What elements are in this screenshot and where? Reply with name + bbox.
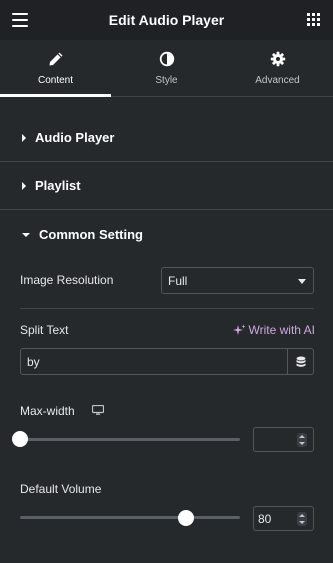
spinner-icon[interactable]: [297, 512, 307, 526]
tab-label: Advanced: [255, 75, 300, 86]
tab-style[interactable]: Style: [111, 40, 222, 96]
pencil-icon: [49, 52, 62, 66]
default-volume-number-input[interactable]: 80: [253, 506, 314, 531]
grid-icon[interactable]: [307, 13, 321, 27]
divider: [20, 308, 314, 309]
max-width-slider-thumb[interactable]: [12, 431, 28, 447]
panel-header: Edit Audio Player: [0, 0, 333, 40]
max-width-slider-track[interactable]: [20, 438, 240, 441]
default-volume-slider-thumb[interactable]: [178, 510, 195, 526]
image-resolution-label: Image Resolution: [20, 273, 114, 287]
section-title: Audio Player: [35, 130, 115, 145]
section-audio-player[interactable]: Audio Player: [0, 114, 333, 162]
panel-tabs: Content Style Advanced: [0, 40, 333, 97]
write-with-ai-label: Write with AI: [248, 323, 315, 337]
half-circle-icon: [159, 51, 174, 67]
split-text-label: Split Text: [20, 323, 69, 337]
section-playlist[interactable]: Playlist: [0, 162, 333, 210]
spinner-icon[interactable]: [297, 433, 307, 447]
caret-right-icon: [22, 133, 26, 142]
default-volume-label: Default Volume: [20, 482, 102, 496]
sparkle-icon: [232, 324, 246, 335]
section-title: Playlist: [35, 178, 81, 193]
number-value: 80: [258, 511, 272, 526]
split-text-input[interactable]: by: [20, 348, 287, 375]
select-value: Full: [168, 273, 188, 288]
dynamic-tags-button[interactable]: [287, 348, 314, 375]
desktop-monitor-icon[interactable]: [92, 405, 104, 415]
image-resolution-select[interactable]: Full: [161, 267, 314, 294]
tab-label: Style: [155, 75, 178, 86]
max-width-label: Max-width: [20, 404, 75, 418]
write-with-ai-button[interactable]: Write with AI: [232, 323, 315, 337]
max-width-number-input[interactable]: [253, 427, 314, 452]
hamburger-menu-icon[interactable]: [12, 13, 28, 27]
tab-label: Content: [37, 75, 74, 86]
default-volume-slider-track[interactable]: [20, 516, 240, 519]
database-icon: [296, 356, 305, 367]
tab-content[interactable]: Content: [0, 40, 111, 97]
caret-right-icon: [22, 181, 26, 190]
section-title: Common Setting: [39, 226, 143, 242]
section-common-setting[interactable]: Common Setting: [0, 210, 333, 258]
caret-down-icon: [22, 232, 30, 237]
panel-title: Edit Audio Player: [108, 12, 225, 28]
tab-advanced[interactable]: Advanced: [222, 40, 333, 96]
gear-icon: [270, 51, 285, 67]
chevron-down-icon: [298, 279, 306, 284]
